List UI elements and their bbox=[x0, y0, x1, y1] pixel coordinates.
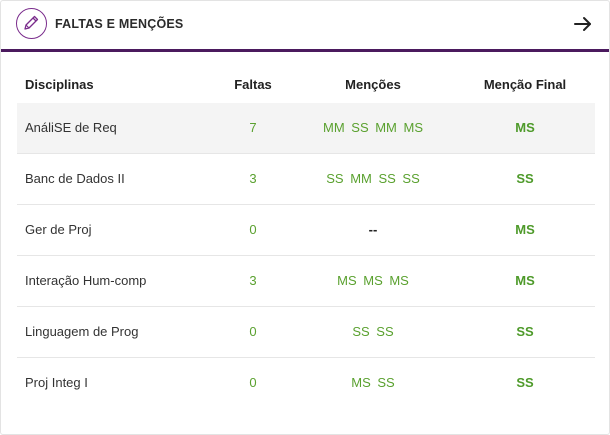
card-header: FALTAS E MENÇÕES bbox=[1, 1, 609, 52]
mencoes-value: -- bbox=[368, 222, 378, 237]
table-row[interactable]: AnáliSE de Req 7 MM SS MM MS MS bbox=[17, 103, 595, 154]
disciplina-name: Ger de Proj bbox=[25, 222, 92, 237]
faltas-value: 7 bbox=[249, 120, 257, 135]
table-row[interactable]: Ger de Proj 0 -- MS bbox=[17, 205, 595, 256]
disciplina-name: Proj Integ I bbox=[25, 375, 88, 390]
disciplina-name: Banc de Dados II bbox=[25, 171, 125, 186]
arrow-right-icon[interactable] bbox=[571, 12, 595, 36]
grades-table: Disciplinas Faltas Menções Menção Final … bbox=[17, 59, 595, 408]
mencoes-value: SS MM SS SS bbox=[326, 171, 420, 186]
mencao-final-value: MS bbox=[515, 222, 535, 237]
table-row[interactable]: Banc de Dados II 3 SS MM SS SS SS bbox=[17, 154, 595, 205]
mencao-final-value: SS bbox=[516, 171, 534, 186]
mencoes-value: MS SS bbox=[351, 375, 395, 390]
table-header: Disciplinas Faltas Menções Menção Final bbox=[17, 59, 595, 103]
faltas-value: 3 bbox=[249, 171, 257, 186]
table-row[interactable]: Proj Integ I 0 MS SS SS bbox=[17, 358, 595, 408]
mencao-final-value: MS bbox=[515, 273, 535, 288]
column-header-faltas: Faltas bbox=[234, 77, 272, 92]
faltas-mencoes-card: FALTAS E MENÇÕES Disciplinas Faltas Menç… bbox=[0, 0, 610, 435]
column-header-mencoes: Menções bbox=[345, 77, 401, 92]
mencoes-value: MS MS MS bbox=[337, 273, 409, 288]
faltas-value: 0 bbox=[249, 222, 257, 237]
mencoes-value: SS SS bbox=[352, 324, 394, 339]
card-title: FALTAS E MENÇÕES bbox=[55, 17, 184, 31]
table-row[interactable]: Interação Hum-comp 3 MS MS MS MS bbox=[17, 256, 595, 307]
mencao-final-value: SS bbox=[516, 324, 534, 339]
column-header-disciplinas: Disciplinas bbox=[25, 77, 94, 92]
mencao-final-value: SS bbox=[516, 375, 534, 390]
table-row[interactable]: Linguagem de Prog 0 SS SS SS bbox=[17, 307, 595, 358]
faltas-value: 0 bbox=[249, 375, 257, 390]
column-header-mencao-final: Menção Final bbox=[483, 77, 567, 92]
pencil-icon bbox=[16, 8, 47, 39]
mencoes-value: MM SS MM MS bbox=[323, 120, 423, 135]
disciplina-name: Linguagem de Prog bbox=[25, 324, 139, 339]
disciplina-name: AnáliSE de Req bbox=[25, 120, 117, 135]
faltas-value: 0 bbox=[249, 324, 257, 339]
faltas-value: 3 bbox=[249, 273, 257, 288]
disciplina-name: Interação Hum-comp bbox=[25, 273, 147, 288]
mencao-final-value: MS bbox=[515, 120, 535, 135]
